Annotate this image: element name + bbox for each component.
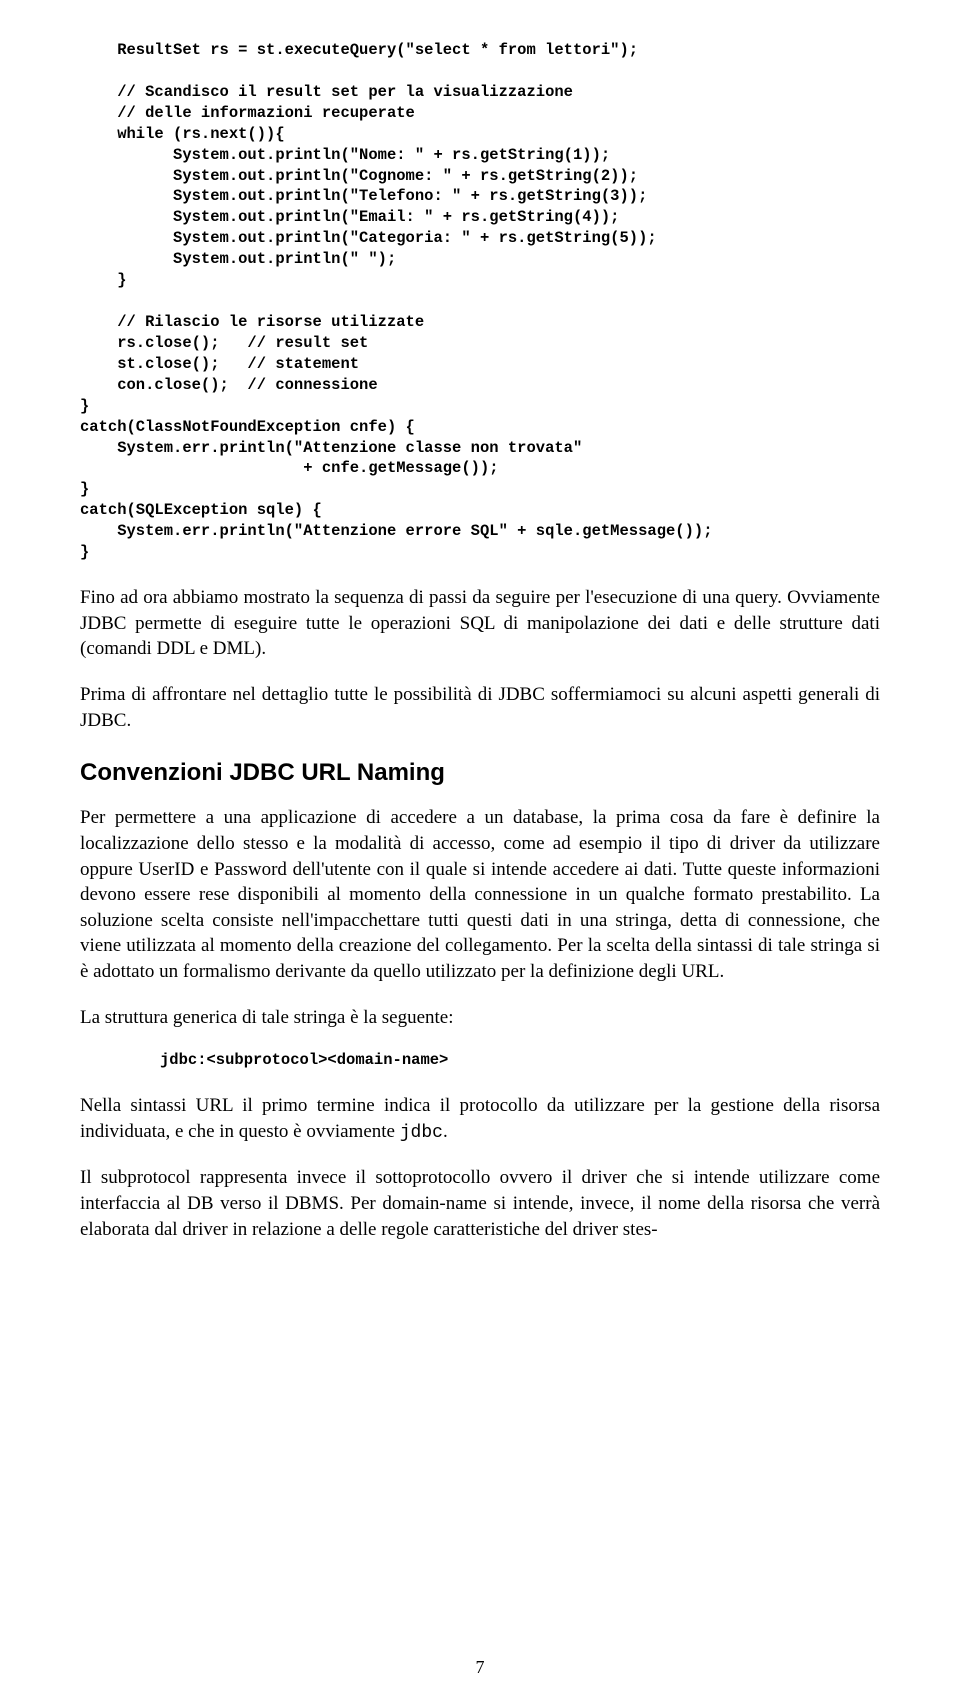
heading-convenzioni: Convenzioni JDBC URL Naming — [80, 759, 880, 787]
inline-code-jdbc: jdbc — [400, 1123, 443, 1143]
paragraph-general-aspects: Prima di affrontare nel dettaglio tutte … — [80, 682, 880, 733]
paragraph-syntax-first-term: Nella sintassi URL il primo termine indi… — [80, 1093, 880, 1145]
paragraph-structure-intro: La struttura generica di tale stringa è … — [80, 1005, 880, 1031]
code-block-main: ResultSet rs = st.executeQuery("select *… — [80, 40, 880, 563]
text-span: . — [443, 1121, 448, 1142]
code-block-url: jdbc:<subprotocol><domain-name> — [160, 1050, 880, 1071]
paragraph-subprotocol: Il subprotocol rappresenta invece il sot… — [80, 1165, 880, 1242]
paragraph-url-naming: Per permettere a una applicazione di acc… — [80, 805, 880, 984]
text-span: Nella sintassi URL il primo termine indi… — [80, 1095, 880, 1142]
page-number: 7 — [0, 1657, 960, 1678]
paragraph-query-intro: Fino ad ora abbiamo mostrato la sequenza… — [80, 585, 880, 662]
document-page: ResultSet rs = st.executeQuery("select *… — [0, 0, 960, 1708]
